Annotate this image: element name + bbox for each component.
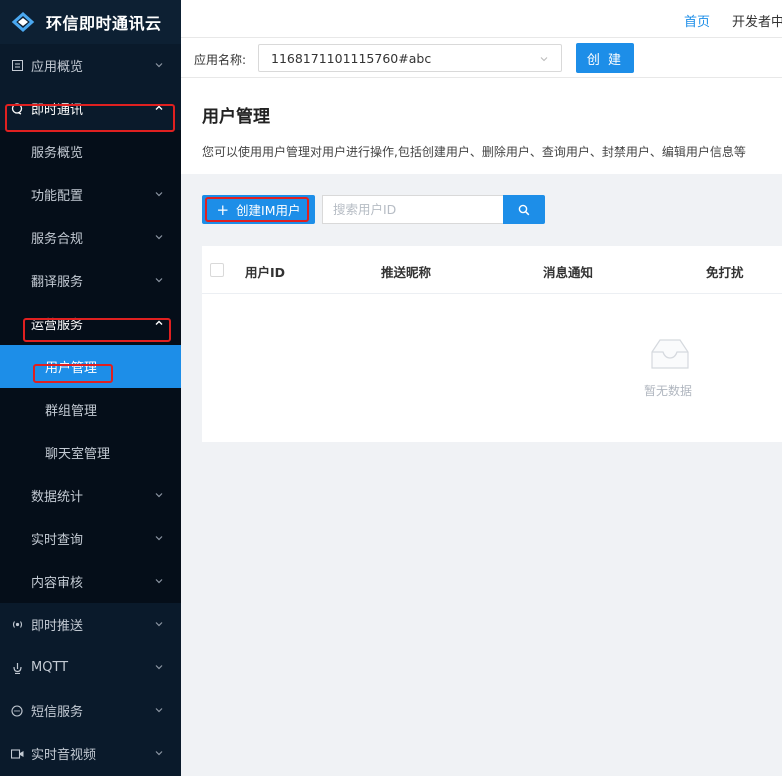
sidebar-item-compliance[interactable]: 服务合规 xyxy=(0,216,181,259)
chevron-down-icon xyxy=(155,278,163,283)
chevron-down-icon xyxy=(155,235,163,240)
create-im-user-button[interactable]: + 创建IM用户 xyxy=(202,195,315,224)
sidebar-item-operations[interactable]: 运营服务 xyxy=(0,302,181,345)
sidebar-item-label: 翻译服务 xyxy=(31,275,84,290)
page-header: 用户管理 您可以使用用户管理对用户进行操作,包括创建用户、删除用户、查询用户、封… xyxy=(181,78,782,174)
empty-text: 暂无数据 xyxy=(644,384,693,398)
empty-state: 暂无数据 xyxy=(202,294,782,442)
chevron-down-icon xyxy=(155,751,163,756)
brand-title: 环信即时通讯云 xyxy=(46,14,162,33)
sidebar: 环信即时通讯云 应用概览 即时通讯 服务概览 功能配置 服务合规 翻译服务 运营… xyxy=(0,0,181,776)
sidebar-item-label: 服务合规 xyxy=(31,232,84,247)
plus-icon: + xyxy=(216,200,230,219)
brand[interactable]: 环信即时通讯云 xyxy=(0,0,181,44)
sidebar-item-label: 实时查询 xyxy=(31,533,84,548)
table-header: 用户ID 推送昵称 消息通知 免打扰 xyxy=(202,246,782,294)
sidebar-item-moderation[interactable]: 内容审核 xyxy=(0,560,181,603)
nav-home-link[interactable]: 首页 xyxy=(684,11,710,30)
chevron-down-icon xyxy=(155,665,163,670)
chevron-down-icon xyxy=(155,63,163,68)
chevron-down-icon xyxy=(155,708,163,713)
search-icon xyxy=(518,204,530,215)
sidebar-item-im[interactable]: 即时通讯 xyxy=(0,87,181,130)
app-name-label: 应用名称: xyxy=(194,53,247,67)
create-app-button[interactable]: 创 建 xyxy=(576,43,634,73)
push-icon xyxy=(10,618,24,632)
sidebar-item-label: 运营服务 xyxy=(31,318,84,333)
app-select-value: 1168171101115760#abc xyxy=(271,51,432,66)
sidebar-item-chatroom-management[interactable]: 聊天室管理 xyxy=(0,431,181,474)
chevron-up-icon xyxy=(155,105,163,110)
column-header-notification[interactable]: 消息通知 xyxy=(543,262,593,281)
sidebar-item-label: 功能配置 xyxy=(31,189,84,204)
sidebar-item-label: 群组管理 xyxy=(45,404,98,419)
sidebar-item-label: 数据统计 xyxy=(31,490,84,505)
column-header-user-id[interactable]: 用户ID xyxy=(245,262,285,281)
sidebar-item-statistics[interactable]: 数据统计 xyxy=(0,474,181,517)
chevron-down-icon xyxy=(540,57,548,62)
sidebar-item-push[interactable]: 即时推送 xyxy=(0,603,181,646)
sidebar-item-service-overview[interactable]: 服务概览 xyxy=(0,130,181,173)
page-title: 用户管理 xyxy=(202,107,270,127)
chevron-down-icon xyxy=(155,536,163,541)
sidebar-item-user-management[interactable]: 用户管理 xyxy=(0,345,181,388)
brand-logo-icon xyxy=(11,11,35,33)
sidebar-item-label: 内容审核 xyxy=(31,576,84,591)
sidebar-item-label: 实时音视频 xyxy=(31,748,97,763)
chevron-down-icon xyxy=(155,493,163,498)
sidebar-item-label: 短信服务 xyxy=(31,705,84,720)
sidebar-item-realtime-query[interactable]: 实时查询 xyxy=(0,517,181,560)
sidebar-item-group-management[interactable]: 群组管理 xyxy=(0,388,181,431)
search-user-input[interactable] xyxy=(322,195,503,224)
sidebar-item-feature-config[interactable]: 功能配置 xyxy=(0,173,181,216)
sidebar-item-label: 应用概览 xyxy=(31,60,84,75)
chevron-down-icon xyxy=(155,192,163,197)
search-button[interactable] xyxy=(503,195,545,224)
column-header-do-not-disturb[interactable]: 免打扰 xyxy=(706,262,744,281)
sidebar-item-label: MQTT xyxy=(31,660,69,675)
sidebar-menu: 应用概览 即时通讯 服务概览 功能配置 服务合规 翻译服务 运营服务 用户管理 … xyxy=(0,44,181,775)
select-all-checkbox[interactable] xyxy=(210,263,224,277)
sidebar-item-mqtt[interactable]: MQTT xyxy=(0,646,181,689)
chevron-up-icon xyxy=(155,320,163,325)
mqtt-icon xyxy=(10,661,24,675)
sidebar-item-label: 即时推送 xyxy=(31,619,84,634)
app-select[interactable]: 1168171101115760#abc xyxy=(258,44,562,72)
app-bar: 应用名称: 1168171101115760#abc 创 建 xyxy=(181,38,782,78)
sidebar-item-label: 用户管理 xyxy=(45,361,98,376)
sidebar-item-app-overview[interactable]: 应用概览 xyxy=(0,44,181,87)
app-overview-icon xyxy=(10,59,24,73)
user-table: 用户ID 推送昵称 消息通知 免打扰 暂无数据 xyxy=(202,246,782,442)
column-header-push-nickname[interactable]: 推送昵称 xyxy=(381,262,431,281)
sidebar-item-rtc[interactable]: 实时音视频 xyxy=(0,732,181,775)
sidebar-item-translation[interactable]: 翻译服务 xyxy=(0,259,181,302)
chevron-down-icon xyxy=(155,622,163,627)
sidebar-item-sms[interactable]: 短信服务 xyxy=(0,689,181,732)
sidebar-item-label: 服务概览 xyxy=(31,146,84,161)
video-icon xyxy=(10,747,24,761)
chevron-down-icon xyxy=(155,579,163,584)
sidebar-item-label: 即时通讯 xyxy=(31,103,84,118)
top-bar: 首页 开发者中 xyxy=(181,0,782,38)
page-description: 您可以使用用户管理对用户进行操作,包括创建用户、删除用户、查询用户、封禁用户、编… xyxy=(202,145,746,159)
empty-inbox-icon xyxy=(651,339,689,369)
nav-developer-link[interactable]: 开发者中 xyxy=(732,11,782,30)
chat-icon xyxy=(10,102,24,116)
sidebar-item-label: 聊天室管理 xyxy=(45,447,111,462)
sms-icon xyxy=(10,704,24,718)
create-im-user-label: 创建IM用户 xyxy=(236,203,301,218)
